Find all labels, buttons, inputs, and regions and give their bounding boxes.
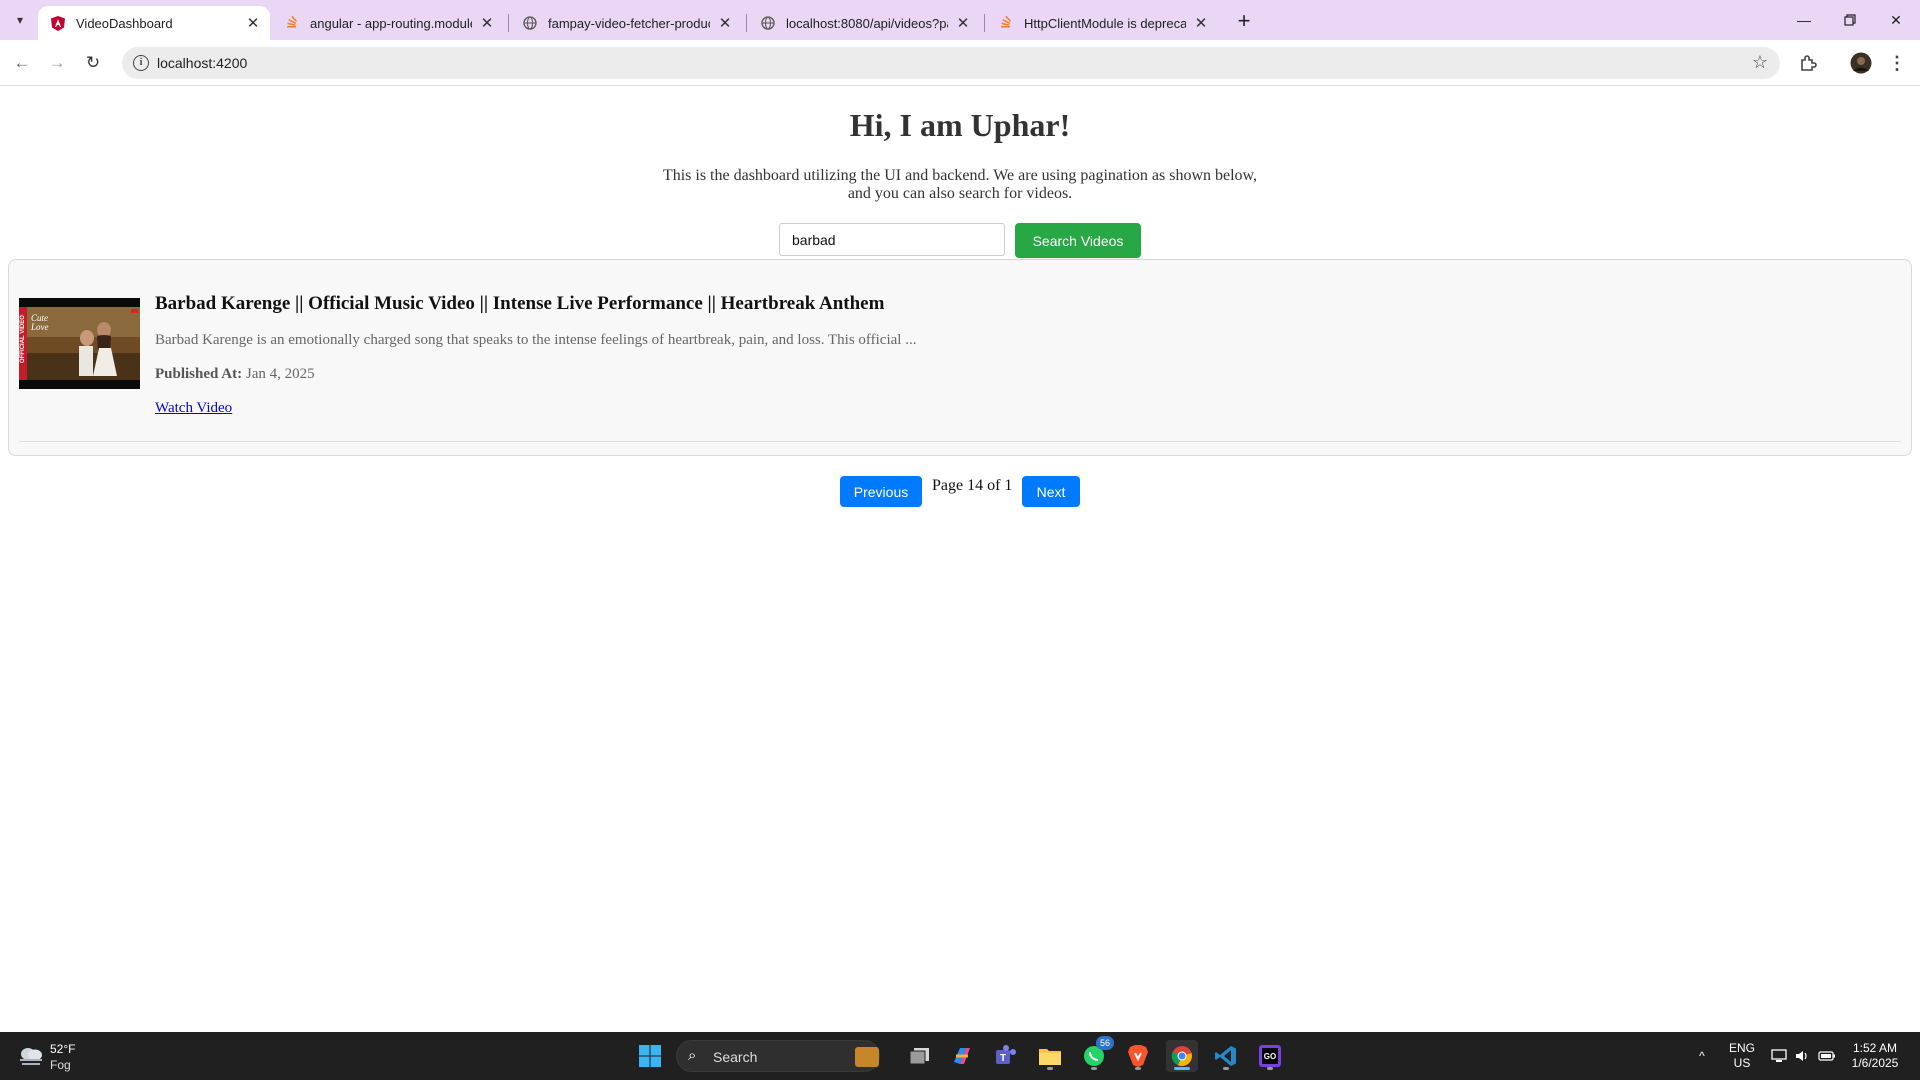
brave-browser-icon[interactable] [1122,1040,1154,1072]
battery-icon[interactable] [1816,1032,1838,1080]
tab-divider [984,14,985,32]
bookmark-star-icon[interactable]: ☆ [1752,52,1768,73]
browser-toolbar: ← → ↻ i localhost:4200 ☆ ⋮ [0,40,1920,86]
running-indicator [1091,1067,1097,1070]
goland-icon[interactable]: GO [1254,1040,1286,1072]
clock-date: 1/6/2025 [1851,1056,1899,1070]
video-published: Published At: Jan 4, 2025 [155,366,315,383]
list-item: OFFICIAL VIDEO Cute Love Barbad Karenge … [19,272,1901,442]
tab-title: angular - app-routing.module.ts [310,15,472,31]
previous-page-button[interactable]: Previous [840,476,922,507]
running-indicator [1223,1067,1229,1070]
intro-text: This is the dashboard utilizing the UI a… [660,167,1260,203]
video-description: Barbad Karenge is an emotionally charged… [155,332,917,348]
network-icon[interactable] [1768,1032,1790,1080]
weather-condition[interactable]: Fog [50,1058,71,1072]
intro-line: This is the dashboard utilizing the UI a… [662,167,1258,184]
page-indicator: Page 14 of 1 [932,477,1013,494]
published-label: Published At: [155,366,243,382]
globe-icon [760,15,776,31]
chrome-icon[interactable] [1166,1040,1198,1072]
task-view-icon[interactable] [904,1040,936,1072]
forward-arrow-icon[interactable]: → [44,50,70,76]
taskbar-search-label: Search [713,1049,758,1065]
globe-icon [522,15,538,31]
taskbar-search-box[interactable]: ⌕ Search [676,1040,880,1072]
tab-divider [746,14,747,32]
back-arrow-icon[interactable]: ← [9,50,35,76]
language-code: ENG [1728,1041,1755,1055]
tab-localhost-api[interactable]: localhost:8080/api/videos?page ✕ [748,6,980,40]
close-icon[interactable]: ✕ [716,14,734,32]
page-title: Hi, I am Uphar! [849,107,1071,143]
tab-httpclient[interactable]: HttpClientModule is deprecated ✕ [986,6,1218,40]
svg-text:GO: GO [1264,1052,1276,1061]
tab-fampay-fetcher[interactable]: fampay-video-fetcher-production ✕ [510,6,742,40]
stackoverflow-icon [998,15,1014,31]
tab-title: localhost:8080/api/videos?page [786,15,948,31]
active-indicator [1174,1067,1190,1070]
fog-cloud-icon[interactable] [18,1044,44,1066]
video-title: Barbad Karenge || Official Music Video |… [155,293,885,314]
address-bar[interactable]: i localhost:4200 ☆ [122,47,1780,79]
svg-text:T: T [1000,1053,1006,1064]
search-input[interactable] [779,223,1005,256]
running-indicator [1047,1067,1053,1070]
close-icon[interactable]: ✕ [1192,14,1210,32]
kebab-menu-icon[interactable]: ⋮ [1884,50,1910,76]
search-highlight-icon [855,1047,879,1067]
tab-title: VideoDashboard [76,15,173,31]
video-list: OFFICIAL VIDEO Cute Love Barbad Karenge … [8,259,1912,456]
taskbar: 52°F Fog ⌕ Search T 56 GO ^ ENG US 1:52 … [0,1032,1920,1080]
profile-avatar[interactable] [1848,50,1874,76]
stackoverflow-icon [284,15,300,31]
whatsapp-icon[interactable]: 56 [1078,1036,1114,1072]
tab-angular-routing[interactable]: angular - app-routing.module.ts ✕ [272,6,504,40]
tab-title: HttpClientModule is deprecated [1024,15,1186,31]
show-hidden-icons-chevron-icon[interactable]: ^ [1690,1032,1714,1080]
window-close-icon[interactable]: ✕ [1873,0,1919,40]
tab-strip: ▾ VideoDashboard ✕ angular - app-routing… [0,0,1920,40]
page-content: Hi, I am Uphar! This is the dashboard ut… [0,87,1920,1032]
video-thumbnail[interactable]: OFFICIAL VIDEO Cute Love [19,298,140,389]
next-page-button[interactable]: Next [1022,476,1080,507]
vscode-icon[interactable] [1210,1040,1242,1072]
volume-icon[interactable] [1792,1032,1814,1080]
region-code: US [1733,1056,1751,1070]
close-icon[interactable]: ✕ [244,14,262,32]
windows-start-icon[interactable] [634,1040,666,1072]
tab-divider [508,14,509,32]
notification-badge: 56 [1096,1036,1114,1050]
new-tab-plus-icon[interactable]: + [1231,8,1257,34]
thumbnail-side-text: OFFICIAL VIDEO [20,315,26,363]
close-icon[interactable]: ✕ [478,14,496,32]
published-date: Jan 4, 2025 [245,366,315,382]
tab-search-chevron-icon[interactable]: ▾ [8,8,32,32]
extensions-puzzle-icon[interactable] [1795,50,1821,76]
minimize-icon[interactable]: — [1781,0,1827,40]
site-info-icon[interactable]: i [133,55,149,71]
url-text[interactable]: localhost:4200 [157,55,247,71]
weather-temperature[interactable]: 52°F [50,1042,75,1056]
teams-icon[interactable]: T [990,1040,1022,1072]
close-icon[interactable]: ✕ [954,14,972,32]
input-language[interactable]: ENG US [1726,1041,1758,1071]
running-indicator [1267,1067,1273,1070]
clock-time: 1:52 AM [1852,1041,1898,1055]
reload-icon[interactable]: ↻ [80,50,106,76]
thumbnail-script-text: Cute Love [31,313,49,332]
file-explorer-icon[interactable] [1034,1040,1066,1072]
tab-title: fampay-video-fetcher-production [548,15,710,31]
intro-line: and you can also search for videos. [847,185,1073,202]
running-indicator [1135,1067,1141,1070]
watch-video-link[interactable]: Watch Video [155,400,232,417]
tab-videodashboard[interactable]: VideoDashboard ✕ [38,6,270,40]
system-clock[interactable]: 1:52 AM 1/6/2025 [1840,1041,1910,1071]
restore-icon[interactable] [1827,0,1873,40]
angular-icon [50,15,66,31]
search-videos-button[interactable]: Search Videos [1015,223,1141,258]
search-icon: ⌕ [688,1047,697,1064]
copilot-icon[interactable] [946,1040,978,1072]
